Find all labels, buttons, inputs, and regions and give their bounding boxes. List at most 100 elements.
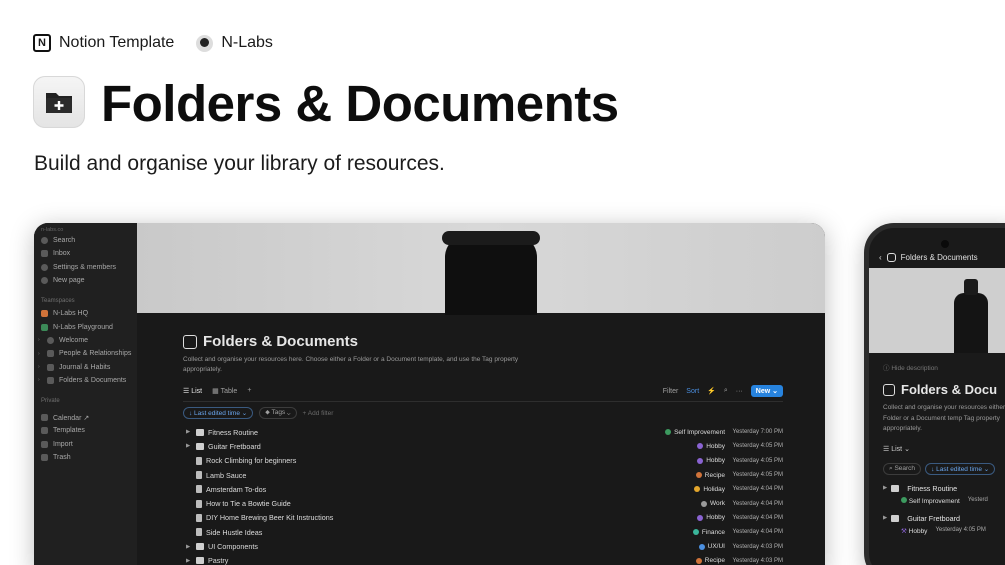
chevron-right-icon[interactable]: ▶: [183, 544, 196, 550]
document-icon: [196, 485, 202, 494]
sidebar-item-inbox[interactable]: Inbox: [34, 247, 137, 260]
calendar-icon: [41, 414, 48, 422]
sidebar-item-search[interactable]: Search: [34, 234, 137, 247]
page-subtitle: Build and organise your library of resou…: [34, 152, 445, 175]
tags-chip[interactable]: ⬥ Tags ⌄: [259, 407, 297, 419]
row-title: How to Tie a Bowtie Guide: [206, 499, 291, 509]
chevron-right-icon[interactable]: ›: [38, 377, 42, 383]
sidebar-item-journal[interactable]: › Journal & Habits: [34, 360, 137, 373]
view-tabs: ☰ List ▦ Table +: [183, 387, 251, 395]
document-icon: [196, 456, 202, 465]
row-title: DIY Home Brewing Beer Kit Instructions: [206, 513, 334, 523]
table-row[interactable]: Lamb Sauce Recipe Yesterday 4:05 PM: [183, 468, 783, 482]
tag-icon: [698, 543, 705, 550]
chevron-right-icon[interactable]: ▶: [183, 443, 196, 449]
inbox-icon: [41, 250, 48, 258]
chevron-right-icon[interactable]: ›: [38, 337, 42, 343]
chevron-right-icon[interactable]: ▶: [183, 429, 196, 435]
view-bar: ☰ List ▦ Table + Filter Sort ⚡ ⌕ ··· New…: [183, 385, 783, 402]
folder-icon: [886, 253, 896, 262]
page-icon: [47, 376, 54, 384]
tab-table[interactable]: ▦ Table: [212, 387, 237, 395]
phone-view-selector[interactable]: ☰ List ⌄: [883, 445, 1005, 453]
page-title: Folders & Documents: [101, 75, 619, 132]
filter-button[interactable]: Filter: [663, 388, 679, 395]
tab-list[interactable]: ☰ List: [183, 387, 202, 395]
page-icon: [47, 336, 54, 344]
sidebar-item-people[interactable]: › People & Relationships: [34, 347, 137, 360]
chevron-right-icon[interactable]: ›: [38, 351, 42, 357]
sidebar-item-welcome[interactable]: › Welcome: [34, 334, 137, 347]
row-tag: Holiday: [615, 486, 725, 493]
sort-chip[interactable]: ↓ Last edited time ⌄: [183, 407, 254, 419]
row-title: Fitness Routine: [208, 427, 258, 437]
new-button[interactable]: New ⌄: [750, 385, 783, 397]
sidebar-item-settings[interactable]: Settings & members: [34, 261, 137, 274]
table-row[interactable]: How to Tie a Bowtie Guide Work Yesterday 4…: [183, 496, 783, 510]
notion-page-title: Folders & Documents: [183, 333, 783, 350]
table-row[interactable]: ▶ Guitar Fretboard Hobby Yesterday 4:05 PM: [183, 439, 783, 453]
templates-icon: [41, 427, 48, 435]
sidebar-item-templates[interactable]: Templates: [34, 424, 137, 437]
folder-icon: [183, 334, 197, 349]
sidebar-item-trash[interactable]: Trash: [34, 451, 137, 464]
sidebar-item-new-page[interactable]: New page: [34, 274, 137, 287]
row-tag: Work: [615, 500, 725, 507]
sidebar-item-nlabs-hq[interactable]: N-Labs HQ: [34, 307, 137, 320]
table-row[interactable]: ▶ UI Components UX/UI Yesterday 4:03 PM: [183, 539, 783, 553]
search-icon[interactable]: ⌕: [724, 387, 728, 395]
sort-button[interactable]: Sort: [686, 388, 699, 395]
table-row[interactable]: ▶ Pastry Recipe Yesterday 4:03 PM: [183, 554, 783, 565]
row-tag: Recipe: [615, 557, 725, 564]
phone-mockup: ‹ Folders & Documents ⓘ Hide description…: [864, 223, 1005, 565]
row-time: Yesterday 7:00 PM: [732, 429, 783, 436]
tag-icon: [692, 529, 699, 536]
document-icon: [196, 513, 202, 522]
camera-icon: [941, 240, 949, 248]
row-title: UI Components: [208, 542, 258, 552]
desktop-mockup: n-labs.co Search Inbox Settings & member…: [34, 223, 825, 565]
folder-icon: [883, 383, 895, 396]
chevron-right-icon[interactable]: ›: [38, 364, 42, 370]
row-time: Yesterday 4:04 PM: [732, 529, 783, 536]
folder-icon: [196, 543, 204, 551]
table-row[interactable]: DIY Home Brewing Beer Kit Instructions Ho…: [183, 511, 783, 525]
tag-icon: [695, 557, 702, 564]
back-icon[interactable]: ‹: [879, 253, 882, 262]
row-title: Guitar Fretboard: [208, 441, 261, 451]
table-row[interactable]: Amsterdam To-dos Holiday Yesterday 4:04 PM: [183, 482, 783, 496]
chevron-right-icon[interactable]: ▶: [183, 558, 196, 564]
document-icon: [196, 471, 202, 480]
row-time: Yesterday 4:05 PM: [732, 472, 783, 479]
tag-icon: [697, 443, 704, 450]
row-title: Lamb Sauce: [206, 470, 247, 480]
list-item[interactable]: ▶ Fitness Routine: [883, 484, 1005, 493]
view-tools: Filter Sort ⚡ ⌕ ··· New ⌄: [663, 385, 783, 397]
table-row[interactable]: Rock Climbing for beginners Hobby Yesterda…: [183, 454, 783, 468]
tag-icon: [700, 500, 707, 507]
folder-plus-icon: [33, 76, 85, 128]
phone-sort-chip[interactable]: ↓ Last edited time ⌄: [925, 462, 996, 475]
phone-page: ⓘ Hide description Folders & Docu Collec…: [883, 362, 1005, 535]
sidebar-item-import[interactable]: Import: [34, 438, 137, 451]
tag-icon: [695, 472, 702, 479]
folder-icon: [891, 484, 900, 492]
add-view-button[interactable]: +: [247, 387, 251, 395]
document-icon: [196, 499, 202, 508]
more-icon[interactable]: ···: [736, 388, 743, 395]
lightning-icon[interactable]: ⚡: [707, 387, 716, 395]
list-item-meta: Self Improvement Yesterd: [883, 496, 1005, 505]
page-content: Folders & Documents Collect and organise…: [183, 333, 783, 565]
hide-description-button[interactable]: ⓘ Hide description: [883, 362, 1005, 372]
table-row[interactable]: Side Hustle Ideas Finance Yesterday 4:04 P…: [183, 525, 783, 539]
row-time: Yesterday 4:03 PM: [732, 543, 783, 550]
list-item[interactable]: ▶ Guitar Fretboard: [883, 514, 1005, 523]
add-filter-button[interactable]: + Add filter: [303, 410, 334, 417]
folder-icon: [196, 442, 204, 450]
table-row[interactable]: ▶ Fitness Routine Self Improvement Yesterda…: [183, 425, 783, 439]
tag-icon: [697, 457, 704, 464]
sidebar-item-folders[interactable]: › Folders & Documents: [34, 374, 137, 387]
sidebar-item-calendar[interactable]: Calendar ↗: [34, 411, 137, 424]
sidebar-item-nlabs-playground[interactable]: N-Labs Playground: [34, 320, 137, 333]
phone-search-button[interactable]: ⌕ Search: [883, 462, 922, 475]
